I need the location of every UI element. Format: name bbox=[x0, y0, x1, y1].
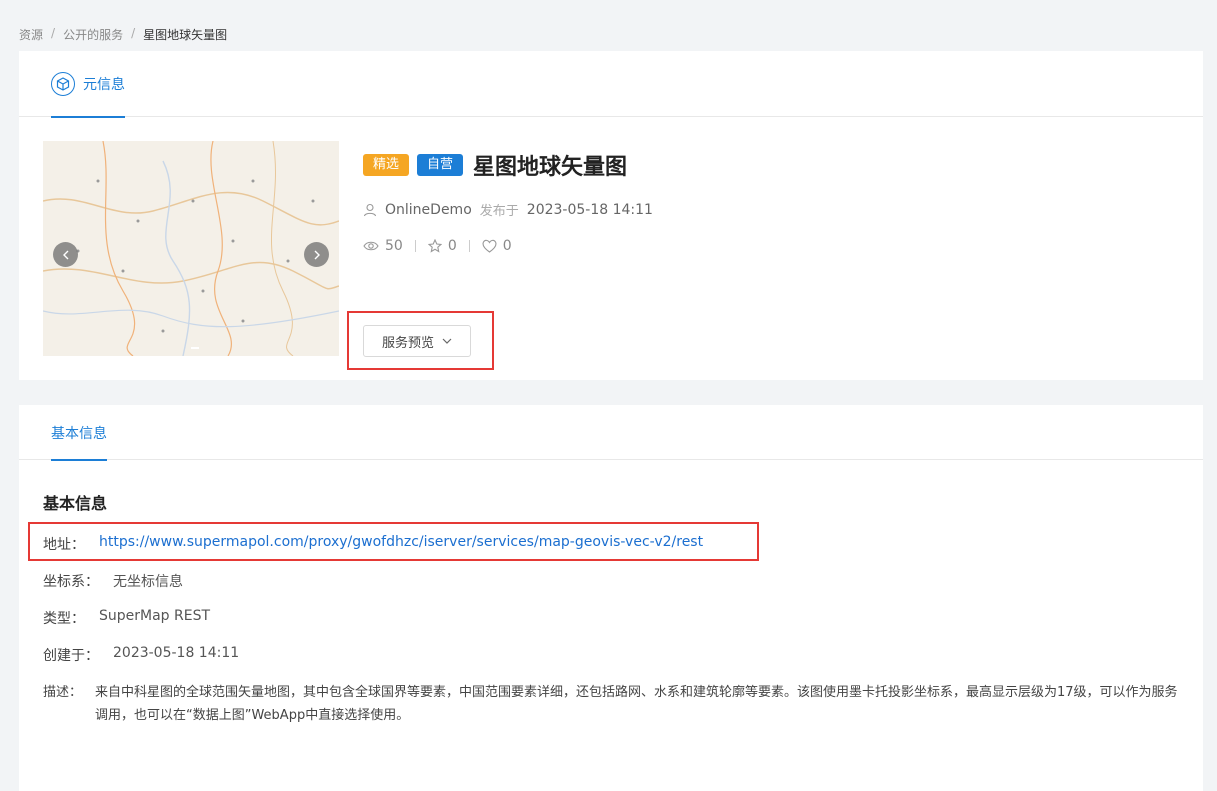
description-row: 描述： 来自中科星图的全球范围矢量地图，其中包含全球国界等要素，中国范围要素详细… bbox=[43, 681, 1183, 727]
section-title: 基本信息 bbox=[43, 494, 108, 513]
type-value: SuperMap REST bbox=[99, 608, 211, 624]
breadcrumb-section[interactable]: 公开的服务 bbox=[63, 26, 123, 43]
type-row: 类型： SuperMap REST bbox=[43, 608, 210, 628]
created-value: 2023-05-18 14:11 bbox=[113, 645, 240, 661]
featured-badge: 精选 bbox=[363, 154, 410, 176]
views-count: 50 bbox=[385, 238, 403, 254]
basic-info-card: 基本信息 基本信息 地址： https://www.supermapol.com… bbox=[19, 405, 1203, 791]
basic-tabbar: 基本信息 bbox=[19, 405, 1203, 461]
tab-meta-label: 元信息 bbox=[83, 77, 125, 93]
crs-value: 无坐标信息 bbox=[113, 574, 183, 590]
likes-count: 0 bbox=[502, 238, 512, 254]
divider bbox=[468, 240, 470, 252]
user-icon bbox=[363, 203, 377, 216]
published-label: 发布于 bbox=[479, 204, 519, 219]
meta-tabbar: 元信息 bbox=[19, 51, 1203, 118]
created-label: 创建于： bbox=[43, 648, 99, 664]
breadcrumb-separator: / bbox=[51, 26, 56, 40]
highlight-box bbox=[347, 311, 494, 370]
breadcrumb: 资源 / 公开的服务 / 星图地球矢量图 bbox=[19, 26, 227, 43]
created-row: 创建于： 2023-05-18 14:11 bbox=[43, 645, 239, 665]
stats-row: 50 0 0 bbox=[363, 238, 512, 254]
self-operated-badge: 自营 bbox=[417, 154, 464, 176]
meta-card: 元信息 精选 自营 星图地球矢量图 OnlineDemo 发布于 2023-05… bbox=[19, 51, 1203, 380]
breadcrumb-separator: / bbox=[131, 26, 136, 40]
type-label: 类型： bbox=[43, 611, 85, 627]
description-label: 描述： bbox=[43, 685, 83, 700]
publish-meta: OnlineDemo 发布于 2023-05-18 14:11 bbox=[363, 200, 653, 219]
cube-icon bbox=[51, 72, 75, 96]
tab-basic-info[interactable]: 基本信息 bbox=[51, 405, 107, 461]
likes-stat[interactable]: 0 bbox=[482, 238, 512, 254]
tab-meta-info[interactable]: 元信息 bbox=[51, 51, 125, 118]
chevron-left-icon bbox=[62, 250, 68, 259]
divider bbox=[414, 240, 416, 252]
breadcrumb-current: 星图地球矢量图 bbox=[143, 28, 228, 42]
chevron-right-icon bbox=[314, 250, 320, 259]
author-name[interactable]: OnlineDemo bbox=[385, 202, 472, 218]
views-stat: 50 bbox=[363, 238, 403, 254]
description-text: 来自中科星图的全球范围矢量地图，其中包含全球国界等要素，中国范围要素详细，还包括… bbox=[95, 685, 1178, 723]
map-thumbnail-image bbox=[43, 141, 339, 356]
highlight-box bbox=[28, 522, 759, 561]
carousel-dot[interactable] bbox=[191, 347, 199, 349]
carousel-next-button[interactable] bbox=[304, 242, 329, 267]
stars-stat[interactable]: 0 bbox=[427, 238, 457, 254]
title-row: 精选 自营 星图地球矢量图 bbox=[363, 149, 627, 181]
map-thumbnail[interactable] bbox=[43, 141, 339, 356]
star-icon bbox=[427, 239, 442, 253]
resource-title: 星图地球矢量图 bbox=[473, 155, 628, 180]
crs-row: 坐标系： 无坐标信息 bbox=[43, 571, 183, 591]
breadcrumb-root[interactable]: 资源 bbox=[19, 26, 43, 43]
stars-count: 0 bbox=[447, 238, 457, 254]
carousel-prev-button[interactable] bbox=[53, 242, 78, 267]
eye-icon bbox=[363, 241, 379, 251]
heart-icon bbox=[482, 239, 497, 253]
published-time: 2023-05-18 14:11 bbox=[526, 201, 653, 218]
crs-label: 坐标系： bbox=[43, 574, 99, 590]
